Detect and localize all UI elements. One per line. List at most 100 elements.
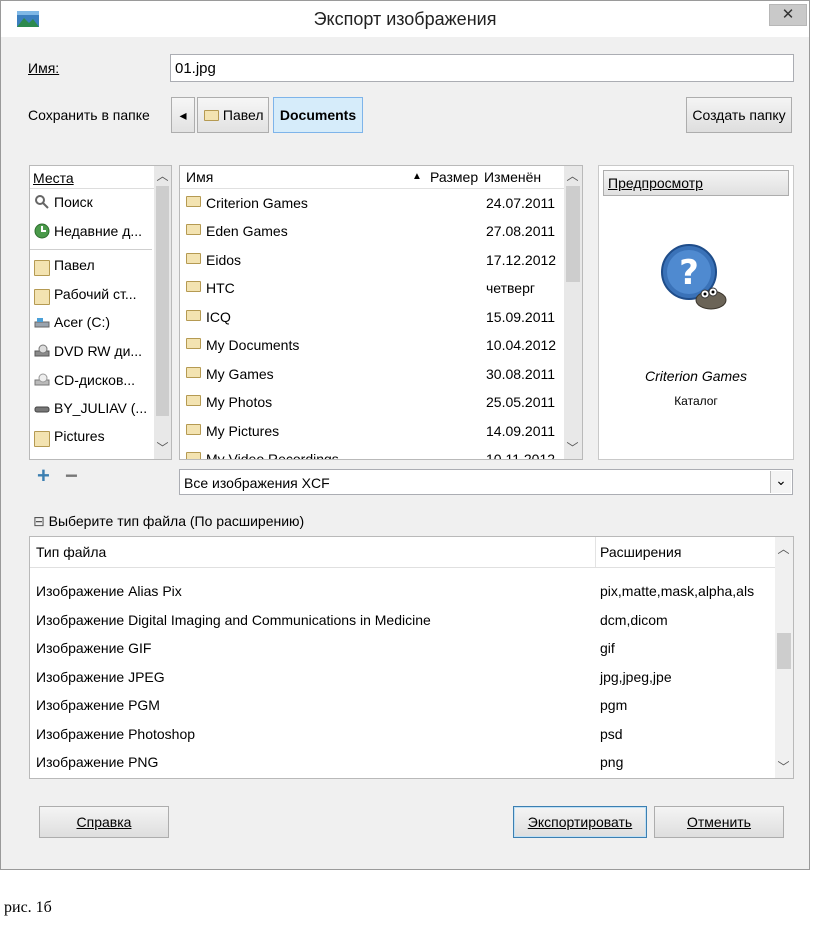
folder-icon [186,452,201,459]
table-row[interactable]: Изображение Photoshop psd [30,720,770,748]
file-row[interactable]: Eidos 17.12.2012 [180,246,560,274]
place-item-desktop[interactable]: Рабочий ст... [30,280,152,308]
cd-icon [34,373,50,386]
preview-toggle-button[interactable]: Предпросмотр [603,170,789,196]
remove-bookmark-button[interactable]: − [65,465,78,487]
places-separator [30,249,152,250]
file-list-header: Имя ▲ Размер Изменён [180,166,564,189]
close-button[interactable]: ✕ [769,4,807,26]
table-row[interactable]: Изображение PGM pgm [30,691,770,719]
place-item-recent[interactable]: Недавние д... [30,217,152,245]
chevron-down-icon[interactable]: ﹀ [775,759,792,776]
file-row[interactable]: My Photos 25.05.2011 [180,388,560,416]
folder-icon [34,431,50,447]
preview-panel: Предпросмотр ? Criterion Games Каталог [598,165,794,460]
chevron-down-icon[interactable]: ﹀ [154,440,171,457]
places-scroll-thumb[interactable] [156,186,169,416]
breadcrumb-back-button[interactable]: ◂ [171,97,195,133]
place-item-pictures[interactable]: Pictures [30,422,152,450]
file-row[interactable]: ICQ 15.09.2011 [180,303,560,331]
file-type-scrollbar[interactable]: ︿ ﹀ [775,537,793,778]
preview-item-name: Criterion Games [645,368,747,384]
place-item-search[interactable]: Поиск [30,188,152,216]
file-list-scrollbar[interactable]: ︿ ﹀ [564,166,582,459]
breadcrumb-documents[interactable]: Documents [273,97,363,133]
minus-icon: − [65,463,78,488]
dropdown-arrow-icon[interactable]: ⌄ [770,471,791,493]
file-type-expander[interactable]: ⊟ Выберите тип файла (По расширению) [33,513,304,530]
folder-icon [186,424,201,435]
folder-icon [186,367,201,378]
collapse-icon: ⊟ [33,513,45,529]
folder-icon [186,395,201,406]
file-type-rows: Изображение Alias Pix pix,matte,mask,alph… [30,577,775,777]
file-row[interactable]: My Video Recordings 10.11.2012 [180,445,560,459]
folder-icon [186,224,201,235]
place-item-dvd[interactable]: DVD RW ди... [30,337,152,365]
file-rows: Criterion Games 24.07.2011 Eden Games 27.0… [180,189,564,459]
file-type-header: Тип файла Расширения [30,537,775,568]
file-row[interactable]: My Games 30.08.2011 [180,360,560,388]
usb-drive-icon [34,406,50,413]
create-folder-button[interactable]: Создать папку [686,97,792,133]
file-row[interactable]: Eden Games 27.08.2011 [180,217,560,245]
chevron-up-icon[interactable]: ︿ [775,541,792,558]
file-row[interactable]: HTC четверг [180,274,560,302]
file-filter-select[interactable]: Все изображения XCF ⌄ [179,469,793,495]
table-row[interactable]: Изображение Alias Pix pix,matte,mask,alph… [30,577,770,605]
save-in-label: Сохранить в папке [28,107,150,123]
chevron-down-icon[interactable]: ﹀ [564,440,581,457]
column-ext-header[interactable]: Расширения [600,541,681,563]
folder-icon [186,338,201,349]
column-modified-header[interactable]: Изменён [484,166,541,188]
places-header[interactable]: Места [33,167,74,189]
help-button[interactable]: Справка [39,806,169,838]
column-name-header[interactable]: Имя [186,166,213,188]
chevron-up-icon[interactable]: ︿ [564,168,581,185]
search-icon [35,195,49,209]
column-type-header[interactable]: Тип файла [36,541,106,563]
unknown-folder-preview-icon: ? [661,244,727,310]
filename-input[interactable]: 01.jpg [170,54,794,82]
table-row[interactable]: Изображение PNG png [30,748,770,776]
folder-icon [34,260,50,276]
file-row[interactable]: Criterion Games 24.07.2011 [180,189,560,217]
file-row[interactable]: My Pictures 14.09.2011 [180,417,560,445]
place-item-usb[interactable]: BY_JULIAV (... [30,394,152,422]
place-item-acer-c[interactable]: Acer (C:) [30,308,152,336]
folder-icon [186,310,201,321]
cancel-button[interactable]: Отменить [654,806,784,838]
folder-icon [186,281,201,292]
folder-icon [186,196,201,207]
title-bar: Экспорт изображения ✕ [1,1,809,37]
svg-text:?: ? [679,253,699,293]
dvd-icon [34,344,50,357]
add-bookmark-button[interactable]: + [37,465,50,487]
places-panel: Места Поиск Недавние д... Павел Рабочий … [29,165,172,460]
table-row[interactable]: Изображение JPEG jpg,jpeg,jpe [30,663,770,691]
folder-icon [204,110,219,121]
file-type-scroll-thumb[interactable] [777,633,791,669]
column-size-header[interactable]: Размер [430,166,478,188]
close-icon: ✕ [781,6,795,23]
name-label: Имя: [28,60,60,76]
file-list-panel: Имя ▲ Размер Изменён Criterion Games 24.0… [179,165,583,460]
breadcrumb-pavel[interactable]: Павел [197,97,269,133]
export-button[interactable]: Экспортировать [513,806,647,838]
place-item-pavel[interactable]: Павел [30,251,152,279]
file-type-table: Тип файла Расширения Изображение Alias P… [29,536,794,779]
sort-ascending-icon: ▲ [412,171,422,182]
file-row[interactable]: My Documents 10.04.2012 [180,331,560,359]
file-list-scroll-thumb[interactable] [566,186,580,282]
places-scrollbar[interactable]: ︿ ﹀ [154,166,171,459]
table-row[interactable]: Изображение GIF gif [30,634,770,662]
table-row[interactable]: Изображение Digital Imaging and Communic… [30,606,770,634]
chevron-up-icon[interactable]: ︿ [154,168,171,185]
plus-icon: + [37,463,50,488]
figure-caption: рис. 1б [4,899,52,916]
place-item-cd[interactable]: CD-дисков... [30,366,152,394]
export-dialog: Экспорт изображения ✕ Имя: 01.jpg Сохран… [0,0,810,870]
column-divider [595,537,596,567]
arrow-left-icon: ◂ [179,107,187,123]
drive-icon [34,318,50,328]
